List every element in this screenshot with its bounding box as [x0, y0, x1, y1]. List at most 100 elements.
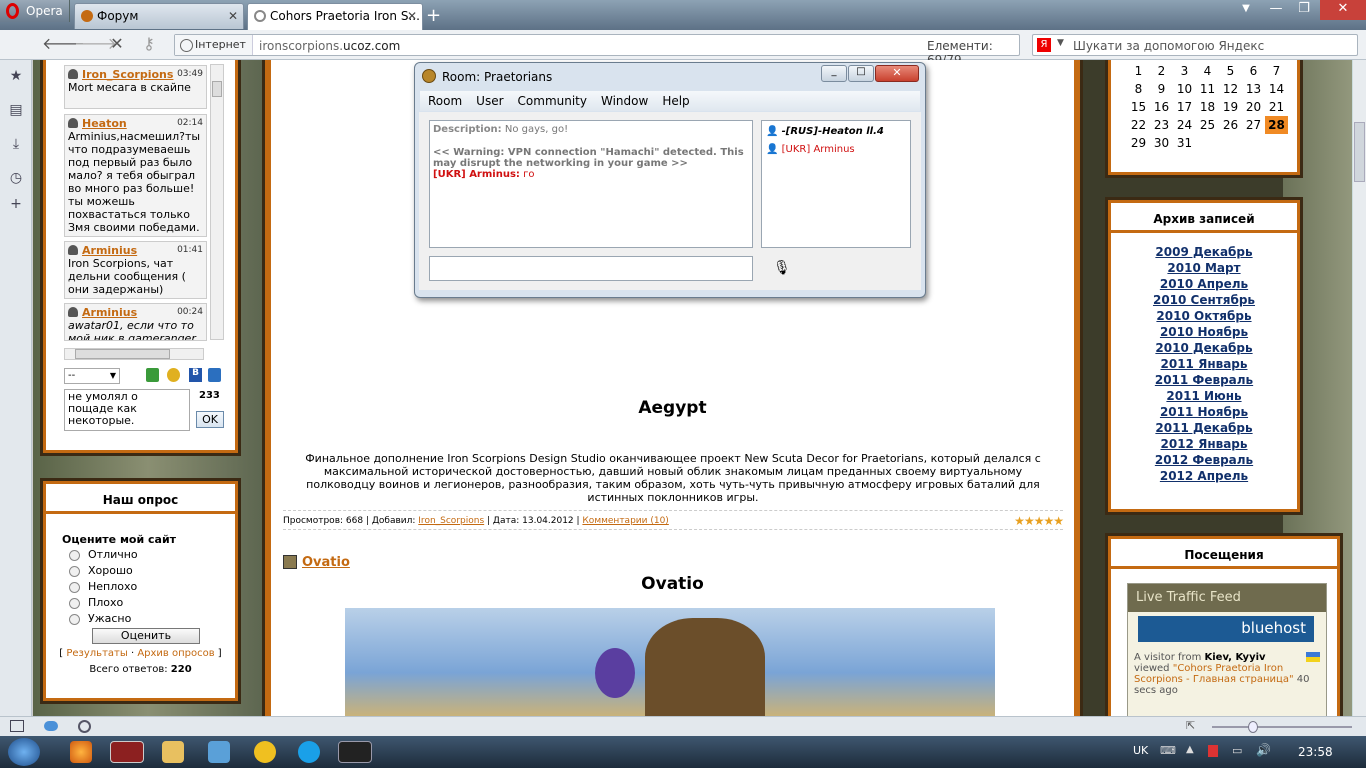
star-icon[interactable]: ★: [1053, 514, 1064, 528]
explorer-folder-icon[interactable]: [162, 741, 184, 763]
calendar-day[interactable]: 29: [1127, 134, 1150, 152]
archive-link[interactable]: 2011 Декабрь: [1111, 421, 1297, 437]
chat-app-taskbar-icon[interactable]: [338, 741, 372, 763]
calendar-day[interactable]: 13: [1242, 80, 1265, 98]
tab-menu-icon[interactable]: ▼: [1232, 0, 1260, 20]
app-icon[interactable]: [208, 741, 230, 763]
close-tab-icon[interactable]: ✕: [407, 9, 417, 23]
calendar-day[interactable]: 3: [1173, 62, 1196, 80]
menu-user[interactable]: User: [476, 94, 503, 108]
message-author[interactable]: Heaton: [82, 117, 127, 130]
add-panel-icon[interactable]: +: [8, 196, 24, 212]
tab-forum[interactable]: Форум ✕: [74, 3, 244, 29]
zoom-slider[interactable]: [1212, 721, 1352, 733]
archive-link[interactable]: 2010 Март: [1111, 261, 1297, 277]
downloads-icon[interactable]: ⤓: [8, 136, 24, 152]
close-window-icon[interactable]: ✕: [1320, 0, 1366, 20]
chat-textarea[interactable]: не умолял о пощаде как некоторые.: [64, 389, 190, 431]
opera-menu-button[interactable]: Opera: [0, 0, 70, 22]
tray-expand-icon[interactable]: ▲: [1186, 744, 1194, 755]
key-icon[interactable]: ⚷: [138, 36, 160, 54]
archive-link[interactable]: 2012 Февраль: [1111, 453, 1297, 469]
calendar-day[interactable]: 5: [1219, 62, 1242, 80]
archive-link[interactable]: 2011 Январь: [1111, 357, 1297, 373]
calendar-day[interactable]: 2: [1150, 62, 1173, 80]
menu-help[interactable]: Help: [662, 94, 689, 108]
minimize-icon[interactable]: —: [1262, 0, 1290, 20]
calendar-day[interactable]: 25: [1196, 116, 1219, 134]
star-icon[interactable]: ★: [1024, 514, 1035, 528]
vote-button[interactable]: Оценить: [92, 628, 200, 644]
zoom-slider-thumb[interactable]: [1248, 721, 1258, 733]
calendar-day[interactable]: 19: [1219, 98, 1242, 116]
scroll-thumb[interactable]: [212, 81, 222, 97]
message-input[interactable]: [429, 256, 753, 281]
archive-link[interactable]: 2009 Декабрь: [1111, 245, 1297, 261]
chat-scrollbar[interactable]: [210, 64, 224, 340]
calendar-day[interactable]: 24: [1173, 116, 1196, 134]
keyboard-icon[interactable]: ⌨: [1160, 744, 1176, 757]
calendar-day[interactable]: 10: [1173, 80, 1196, 98]
calendar-day[interactable]: 31: [1173, 134, 1196, 152]
smiley-icon[interactable]: [167, 368, 180, 382]
menu-community[interactable]: Community: [518, 94, 587, 108]
maximize-icon[interactable]: □: [848, 65, 874, 82]
calendar-day[interactable]: 23: [1150, 116, 1173, 134]
calendar-day[interactable]: 6: [1242, 62, 1265, 80]
poll-radio[interactable]: [69, 582, 80, 593]
poll-radio[interactable]: [69, 550, 80, 561]
archive-link[interactable]: 2011 Июнь: [1111, 389, 1297, 405]
calendar-day[interactable]: 17: [1173, 98, 1196, 116]
bookmarks-star-icon[interactable]: ★: [8, 68, 24, 84]
calendar-day[interactable]: 21: [1265, 98, 1288, 116]
skype-icon[interactable]: [298, 741, 320, 763]
yandex-icon[interactable]: Я: [1037, 38, 1051, 52]
rating-stars[interactable]: ★★★★★: [1014, 514, 1064, 528]
poll-archive-link[interactable]: Архив опросов: [137, 648, 214, 659]
comments-link[interactable]: Комментарии (10): [582, 516, 668, 526]
poll-radio[interactable]: [69, 598, 80, 609]
archive-link[interactable]: 2010 Апрель: [1111, 277, 1297, 293]
back-icon[interactable]: 🡐: [42, 36, 85, 54]
calendar-day[interactable]: 18: [1196, 98, 1219, 116]
page-scrollbar[interactable]: [1352, 60, 1366, 716]
calendar-day[interactable]: 12: [1219, 80, 1242, 98]
network-icon[interactable]: ▭: [1232, 744, 1242, 757]
archive-link[interactable]: 2010 Сентябрь: [1111, 293, 1297, 309]
speed-dial-icon[interactable]: [78, 720, 91, 733]
chevron-down-icon[interactable]: ▼: [1057, 38, 1064, 48]
archive-link[interactable]: 2010 Декабрь: [1111, 341, 1297, 357]
volume-icon[interactable]: 🔊: [1256, 743, 1271, 757]
calendar-day[interactable]: 27: [1242, 116, 1265, 134]
star-icon[interactable]: ★: [1043, 514, 1054, 528]
archive-link[interactable]: 2011 Февраль: [1111, 373, 1297, 389]
author-link[interactable]: Iron_Scorpions: [418, 516, 484, 526]
calendar-day[interactable]: 7: [1265, 62, 1288, 80]
calendar-day[interactable]: 4: [1196, 62, 1219, 80]
microphone-icon[interactable]: 🎙: [773, 260, 791, 278]
poll-radio[interactable]: [69, 566, 80, 577]
zoom-fit-icon[interactable]: ⇱: [1186, 719, 1195, 732]
calendar-day[interactable]: 1: [1127, 62, 1150, 80]
menu-window[interactable]: Window: [601, 94, 648, 108]
firefox-icon[interactable]: [70, 741, 92, 763]
archive-link[interactable]: 2012 Январь: [1111, 437, 1297, 453]
star-icon[interactable]: ★: [1014, 514, 1025, 528]
start-button-icon[interactable]: [8, 738, 40, 766]
stop-icon[interactable]: ✕: [106, 36, 128, 54]
bluehost-logo[interactable]: bluehost: [1138, 616, 1314, 642]
page-scroll-thumb[interactable]: [1354, 122, 1365, 182]
message-author[interactable]: Arminius: [82, 306, 137, 319]
tab-cohors-praetoria[interactable]: Cohors Praetoria Iron S... ✕: [247, 3, 423, 31]
calendar-day[interactable]: 15: [1127, 98, 1150, 116]
language-indicator[interactable]: UK: [1133, 744, 1148, 757]
archive-link[interactable]: 2012 Апрель: [1111, 469, 1297, 485]
calendar-day[interactable]: 22: [1127, 116, 1150, 134]
address-field[interactable]: Інтернет ironscorpions.ucoz.com Елементи…: [174, 34, 1020, 67]
calendar-day[interactable]: 9: [1150, 80, 1173, 98]
user-list-item[interactable]: 👤 [UKR] Arminus: [766, 141, 906, 159]
message-author[interactable]: Iron_Scorpions: [82, 68, 173, 81]
panel-toggle-icon[interactable]: [10, 720, 24, 732]
close-icon[interactable]: ✕: [875, 65, 919, 82]
article2-link[interactable]: Ovatio: [302, 555, 350, 570]
